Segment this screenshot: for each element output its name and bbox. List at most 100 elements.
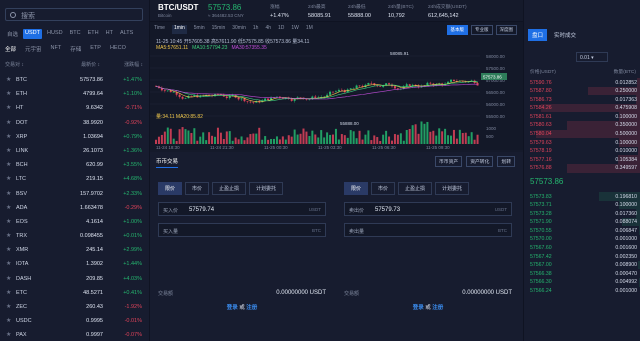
market-row[interactable]: ★ XRP 1.03694 +0.79% — [0, 130, 148, 144]
order-asset-button[interactable]: 币币资产 — [434, 156, 463, 167]
market-row[interactable]: ★ DASH 209.85 +4.03% — [0, 272, 148, 286]
quote-tab[interactable]: HT — [104, 29, 115, 39]
quote-tab[interactable]: HUSD — [45, 29, 65, 39]
market-row[interactable]: ★ ETC 48.5271 +0.41% — [0, 286, 148, 300]
star-icon[interactable]: ★ — [6, 76, 11, 83]
book-tab[interactable]: 盘口 — [528, 29, 548, 41]
market-row[interactable]: ★ LTC 219.15 +4.68% — [0, 172, 148, 186]
ask-row[interactable]: 57590.76 0.012852 — [524, 78, 640, 87]
category-tab[interactable]: 存储 — [70, 45, 81, 55]
star-icon[interactable]: ★ — [6, 147, 11, 154]
star-icon[interactable]: ★ — [6, 90, 11, 97]
interval-tab[interactable]: 1W — [291, 25, 299, 34]
market-row[interactable]: ★ USDC 0.9995 -0.01% — [0, 314, 148, 328]
bid-row[interactable]: 57570.55 0.006847 — [524, 226, 640, 235]
category-tab[interactable]: 全部 — [5, 45, 16, 55]
order-type-button[interactable]: 限价 — [344, 182, 369, 195]
market-row[interactable]: ★ BSV 157.9702 +2.33% — [0, 187, 148, 201]
quote-tab[interactable]: BTC — [68, 29, 83, 39]
bid-row[interactable]: 57573.71 0.100000 — [524, 200, 640, 210]
star-icon[interactable]: ★ — [6, 218, 11, 225]
market-row[interactable]: ★ BCH 620.99 +3.55% — [0, 158, 148, 172]
buy-login-register[interactable]: 登录 或 注册 — [158, 303, 326, 311]
market-row[interactable]: ★ BTC 57573.86 +1.47% — [0, 73, 148, 87]
sell-price-field[interactable]: 卖出价 57579.73 USDT — [344, 202, 512, 216]
bid-row[interactable]: 57567.42 0.002350 — [524, 252, 640, 261]
order-type-button[interactable]: 市价 — [371, 182, 396, 195]
market-row[interactable]: ★ IOTA 1.3902 +1.44% — [0, 257, 148, 271]
ask-row[interactable]: 57586.73 0.017363 — [524, 95, 640, 104]
ask-row[interactable]: 57580.63 0.350000 — [524, 120, 640, 130]
market-row[interactable]: ★ ZEC 260.43 -1.92% — [0, 300, 148, 314]
market-row[interactable]: ★ ETH 4799.64 +1.10% — [0, 87, 148, 101]
bid-row[interactable]: 57570.00 0.001000 — [524, 234, 640, 244]
header-change[interactable]: 涨跌幅 ↕ — [124, 61, 143, 68]
bid-row[interactable]: 57566.38 0.000470 — [524, 269, 640, 278]
book-tab[interactable]: 实时成交 — [550, 29, 580, 41]
interval-tab[interactable]: 15min — [212, 25, 226, 34]
category-tab[interactable]: 元宇宙 — [25, 45, 42, 55]
interval-tab[interactable]: 1min — [171, 25, 187, 34]
sell-amount-field[interactable]: 卖出量 BTC — [344, 223, 512, 237]
chart-mode-button[interactable]: 专业版 — [471, 25, 493, 35]
star-icon[interactable]: ★ — [6, 190, 11, 197]
category-tab[interactable]: HECO — [110, 45, 126, 55]
star-icon[interactable]: ★ — [6, 204, 11, 211]
star-icon[interactable]: ★ — [6, 175, 11, 182]
order-type-button[interactable]: 计划委托 — [249, 182, 284, 195]
quote-tab[interactable]: ETH — [86, 29, 101, 39]
category-tab[interactable]: ETP — [90, 45, 101, 55]
chart-mode-button[interactable]: 基本版 — [446, 25, 468, 35]
chart-mode-button[interactable]: 深度图 — [495, 25, 517, 35]
market-row[interactable]: ★ XMR 245.14 +2.99% — [0, 243, 148, 257]
market-row[interactable]: ★ PAX 0.9997 -0.07% — [0, 328, 148, 341]
category-tab[interactable]: NFT — [51, 45, 62, 55]
market-row[interactable]: ★ EOS 4.1614 +1.00% — [0, 215, 148, 229]
star-icon[interactable]: ★ — [6, 104, 11, 111]
market-row[interactable]: ★ TRX 0.098455 +0.01% — [0, 229, 148, 243]
header-pair[interactable]: 交易对 ↕ — [5, 61, 24, 68]
star-icon[interactable]: ★ — [6, 275, 11, 282]
ask-row[interactable]: 57581.61 0.100000 — [524, 112, 640, 121]
interval-tab[interactable]: Time — [154, 25, 165, 34]
order-type-button[interactable]: 计划委托 — [435, 182, 470, 195]
quote-tab[interactable]: ALTS — [118, 29, 135, 39]
star-icon[interactable]: ★ — [6, 331, 11, 338]
header-price[interactable]: 最新价 ↕ — [81, 61, 100, 68]
ask-row[interactable]: 57576.88 0.349597 — [524, 163, 640, 173]
ask-row[interactable]: 57577.16 0.105384 — [524, 155, 640, 164]
interval-tab[interactable]: 1h — [253, 25, 259, 34]
bid-row[interactable]: 57573.28 0.017360 — [524, 209, 640, 218]
order-type-button[interactable]: 市价 — [185, 182, 210, 195]
order-type-button[interactable]: 止盈止损 — [398, 182, 433, 195]
search-input[interactable]: 搜索 — [5, 8, 143, 21]
star-icon[interactable]: ★ — [6, 232, 11, 239]
candlestick-plot[interactable]: 58000.0057500.0057000.0056500.0056000.00… — [150, 52, 523, 150]
ask-row[interactable]: 57579.63 0.100000 — [524, 138, 640, 147]
star-icon[interactable]: ★ — [6, 246, 11, 253]
bid-row[interactable]: 57566.30 0.004992 — [524, 277, 640, 287]
interval-tab[interactable]: 1D — [278, 25, 284, 34]
ask-row[interactable]: 57587.80 0.250000 — [524, 86, 640, 96]
bid-row[interactable]: 57573.83 0.196810 — [524, 192, 640, 201]
order-asset-button[interactable]: 划转 — [497, 156, 515, 167]
interval-tab[interactable]: 1M — [306, 25, 313, 34]
sell-login-register[interactable]: 登录 或 注册 — [344, 303, 512, 311]
bid-row[interactable]: 57567.00 0.008900 — [524, 260, 640, 270]
order-type-button[interactable]: 止盈止损 — [212, 182, 247, 195]
order-asset-button[interactable]: 资产转化 — [466, 156, 494, 167]
interval-tab[interactable]: 4h — [265, 25, 271, 34]
order-type-button[interactable]: 限价 — [158, 182, 183, 195]
quote-tab[interactable]: USDT — [23, 29, 42, 39]
bid-row[interactable]: 57566.24 0.001000 — [524, 286, 640, 296]
star-icon[interactable]: ★ — [6, 119, 11, 126]
star-icon[interactable]: ★ — [6, 317, 11, 324]
order-tab[interactable]: 币币交易 — [156, 157, 179, 168]
star-icon[interactable]: ★ — [6, 260, 11, 267]
kline-chart[interactable]: Time 1min 5min 15min 30min 1h 4h 1D 1W 1M 基本版 专业版深… — [150, 22, 523, 150]
buy-price-field[interactable]: 买入价 57579.74 USDT — [158, 202, 326, 216]
buy-amount-field[interactable]: 买入量 BTC — [158, 223, 326, 237]
market-row[interactable]: ★ LINK 26.1073 +1.36% — [0, 144, 148, 158]
market-row[interactable]: ★ HT 9.6342 -0.71% — [0, 101, 148, 115]
star-icon[interactable]: ★ — [6, 289, 11, 296]
